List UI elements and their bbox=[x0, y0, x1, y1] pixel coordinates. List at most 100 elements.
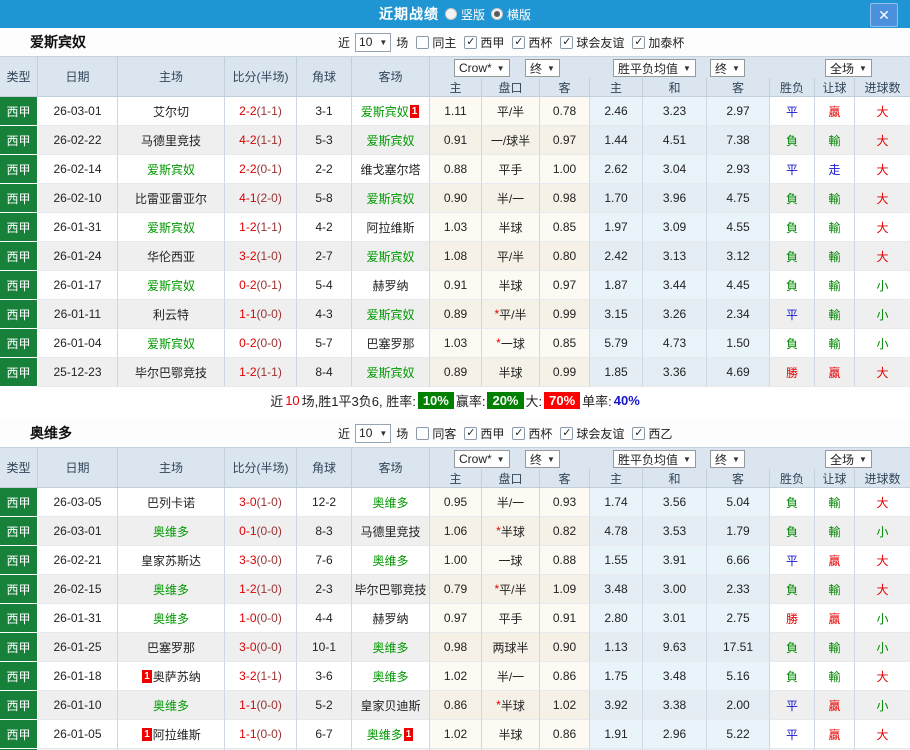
checkbox-icon[interactable] bbox=[416, 35, 430, 49]
final-avg-dropdown[interactable]: 终 ▼ bbox=[710, 59, 745, 77]
checkbox-icon[interactable]: ✓ bbox=[512, 426, 526, 440]
layout-vertical-option[interactable]: 竖版 bbox=[439, 6, 485, 23]
checkbox-icon[interactable]: ✓ bbox=[512, 35, 526, 49]
home-team-cell[interactable]: 马德里竞技 bbox=[118, 126, 225, 155]
score-cell[interactable]: 2-2 (0-1) bbox=[225, 155, 297, 184]
score-cell[interactable]: 4-2 (1-1) bbox=[225, 126, 297, 155]
checkbox-icon[interactable]: ✓ bbox=[464, 426, 478, 440]
home-team-cell[interactable]: 巴列卡诺 bbox=[118, 488, 225, 517]
final-odds-dropdown[interactable]: 终 ▼ bbox=[525, 59, 560, 77]
home-team-cell[interactable]: 1 奥萨苏纳 bbox=[118, 662, 225, 691]
final-odds-dropdown[interactable]: 终 ▼ bbox=[525, 450, 560, 468]
checkbox-icon[interactable]: ✓ bbox=[560, 35, 574, 49]
score-cell[interactable]: 1-2 (1-0) bbox=[225, 575, 297, 604]
score-cell[interactable]: 1-1 (0-0) bbox=[225, 691, 297, 720]
scope-dropdown[interactable]: 全场 ▼ bbox=[825, 59, 872, 77]
away-team-cell[interactable]: 巴塞罗那 bbox=[352, 329, 430, 358]
checkbox-icon[interactable]: ✓ bbox=[632, 426, 646, 440]
league-checkbox-laliga[interactable]: ✓ 西甲 bbox=[456, 34, 504, 51]
match-count-select[interactable]: 10 ▼ bbox=[355, 32, 392, 52]
layout-horizontal-option[interactable]: 横版 bbox=[485, 6, 531, 23]
away-team-cell[interactable]: 奥维多 bbox=[352, 633, 430, 662]
home-team-cell[interactable]: 爱斯宾奴 bbox=[118, 329, 225, 358]
score-cell[interactable]: 0-2 (0-0) bbox=[225, 329, 297, 358]
avg-odds-dropdown[interactable]: 胜平负均值 ▼ bbox=[613, 450, 696, 468]
home-team-cell[interactable]: 奥维多 bbox=[118, 575, 225, 604]
home-team-cell[interactable]: 巴塞罗那 bbox=[118, 633, 225, 662]
away-team-cell[interactable]: 赫罗纳 bbox=[352, 271, 430, 300]
home-team-cell[interactable]: 奥维多 bbox=[118, 691, 225, 720]
checkbox-icon[interactable]: ✓ bbox=[464, 35, 478, 49]
same-venue-checkbox[interactable]: 同客 bbox=[408, 425, 456, 442]
away-team-cell[interactable]: 奥维多 bbox=[352, 662, 430, 691]
away-team-cell[interactable]: 阿拉维斯 bbox=[352, 213, 430, 242]
league-checkbox-friendly[interactable]: ✓ 球会友谊 bbox=[552, 425, 624, 442]
home-team-cell[interactable]: 华伦西亚 bbox=[118, 242, 225, 271]
odds-source-dropdown[interactable]: Crow* ▼ bbox=[454, 450, 510, 468]
away-team-cell[interactable]: 皇家贝迪斯 bbox=[352, 691, 430, 720]
home-team-cell[interactable]: 爱斯宾奴 bbox=[118, 271, 225, 300]
home-team-cell[interactable]: 毕尔巴鄂竞技 bbox=[118, 358, 225, 387]
away-team-cell[interactable]: 爱斯宾奴 bbox=[352, 126, 430, 155]
league-checkbox-copa[interactable]: ✓ 西杯 bbox=[504, 425, 552, 442]
odds-source-dropdown[interactable]: Crow* ▼ bbox=[454, 59, 510, 77]
checkbox-icon[interactable]: ✓ bbox=[560, 426, 574, 440]
match-count-select[interactable]: 10 ▼ bbox=[355, 423, 392, 443]
away-team-cell[interactable]: 爱斯宾奴 bbox=[352, 184, 430, 213]
home-team-cell[interactable]: 爱斯宾奴 bbox=[118, 213, 225, 242]
checkbox-icon[interactable] bbox=[416, 426, 430, 440]
score-cell[interactable]: 1-2 (1-1) bbox=[225, 213, 297, 242]
result-handicap-cell: 輸 bbox=[815, 517, 855, 546]
score-cell[interactable]: 3-0 (1-0) bbox=[225, 488, 297, 517]
avg-away-odds: 2.75 bbox=[707, 604, 770, 633]
away-team-cell[interactable]: 赫罗纳 bbox=[352, 604, 430, 633]
same-venue-checkbox[interactable]: 同主 bbox=[408, 34, 456, 51]
score-cell[interactable]: 1-2 (1-1) bbox=[225, 358, 297, 387]
full-time-score: 4-2 bbox=[239, 133, 257, 147]
score-cell[interactable]: 4-1 (2-0) bbox=[225, 184, 297, 213]
away-team-cell[interactable]: 爱斯宾奴 1 bbox=[352, 97, 430, 126]
score-cell[interactable]: 3-3 (0-0) bbox=[225, 546, 297, 575]
score-cell[interactable]: 3-2 (1-0) bbox=[225, 242, 297, 271]
home-team-cell[interactable]: 利云特 bbox=[118, 300, 225, 329]
league-checkbox-laliga[interactable]: ✓ 西甲 bbox=[456, 425, 504, 442]
league-checkbox-copa[interactable]: ✓ 西杯 bbox=[504, 34, 552, 51]
close-button[interactable]: ✕ bbox=[870, 3, 898, 27]
away-team-cell[interactable]: 马德里竞技 bbox=[352, 517, 430, 546]
away-team-cell[interactable]: 维戈塞尔塔 bbox=[352, 155, 430, 184]
home-team-cell[interactable]: 比雷亚雷亚尔 bbox=[118, 184, 225, 213]
home-team-cell[interactable]: 爱斯宾奴 bbox=[118, 155, 225, 184]
avg-odds-dropdown[interactable]: 胜平负均值 ▼ bbox=[613, 59, 696, 77]
home-team-cell[interactable]: 艾尔切 bbox=[118, 97, 225, 126]
scope-dropdown[interactable]: 全场 ▼ bbox=[825, 450, 872, 468]
half-time-score: (0-1) bbox=[256, 162, 282, 176]
checkbox-icon[interactable]: ✓ bbox=[632, 35, 646, 49]
score-cell[interactable]: 1-0 (0-0) bbox=[225, 604, 297, 633]
score-cell[interactable]: 3-2 (1-1) bbox=[225, 662, 297, 691]
score-cell[interactable]: 0-2 (0-1) bbox=[225, 271, 297, 300]
home-team-cell[interactable]: 奥维多 bbox=[118, 604, 225, 633]
away-team-cell[interactable]: 爱斯宾奴 bbox=[352, 358, 430, 387]
away-team-cell[interactable]: 爱斯宾奴 bbox=[352, 242, 430, 271]
away-team-cell[interactable]: 爱斯宾奴 bbox=[352, 300, 430, 329]
league-checkbox-catalonia[interactable]: ✓ 加泰杯 bbox=[624, 34, 684, 51]
score-cell[interactable]: 0-1 (0-0) bbox=[225, 517, 297, 546]
score-cell[interactable]: 1-1 (0-0) bbox=[225, 300, 297, 329]
rank-badge: 1 bbox=[403, 727, 414, 741]
home-team-cell[interactable]: 奥维多 bbox=[118, 517, 225, 546]
away-team-cell[interactable]: 奥维多 bbox=[352, 488, 430, 517]
away-team-cell[interactable]: 奥维多 bbox=[352, 546, 430, 575]
score-cell[interactable]: 1-1 (0-0) bbox=[225, 720, 297, 749]
home-team-cell[interactable]: 1 阿拉维斯 bbox=[118, 720, 225, 749]
away-team-cell[interactable]: 毕尔巴鄂竞技 bbox=[352, 575, 430, 604]
score-cell[interactable]: 3-0 (0-0) bbox=[225, 633, 297, 662]
match-row: 西甲 26-01-25 巴塞罗那 3-0 (0-0) 10-1 奥维多 0.98 两球半 0.90… bbox=[0, 633, 910, 662]
home-team-cell[interactable]: 皇家苏斯达 bbox=[118, 546, 225, 575]
league-checkbox-segunda[interactable]: ✓ 西乙 bbox=[624, 425, 672, 442]
radio-unselected-icon[interactable] bbox=[444, 8, 457, 20]
league-checkbox-friendly[interactable]: ✓ 球会友谊 bbox=[552, 34, 624, 51]
radio-selected-icon[interactable] bbox=[491, 8, 503, 20]
score-cell[interactable]: 2-2 (1-1) bbox=[225, 97, 297, 126]
away-team-cell[interactable]: 奥维多 1 bbox=[352, 720, 430, 749]
final-avg-dropdown[interactable]: 终 ▼ bbox=[710, 450, 745, 468]
